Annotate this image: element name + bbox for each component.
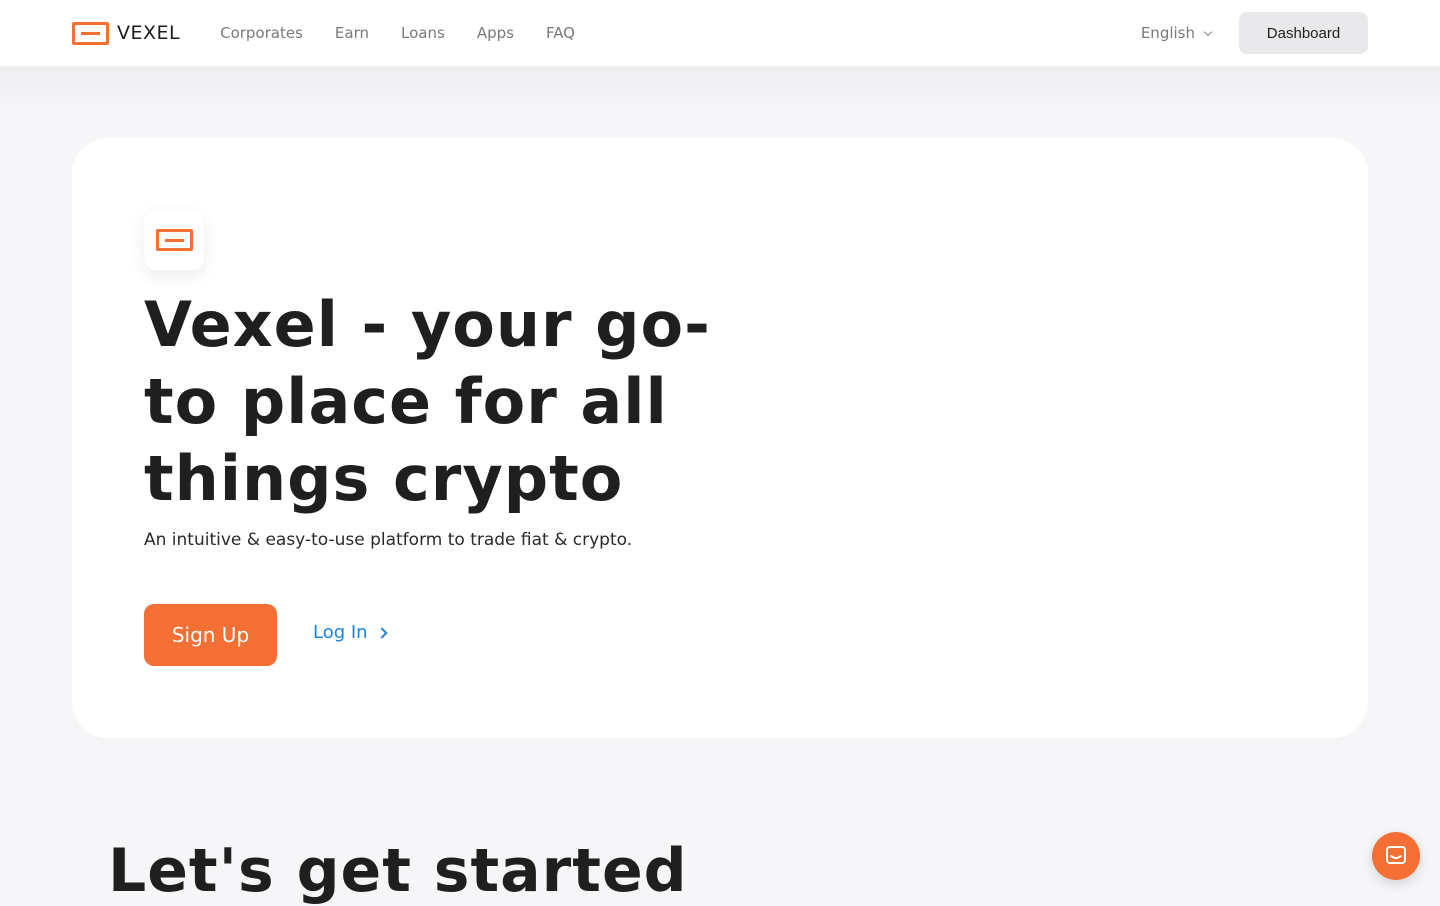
- top-navigation-bar: VEXEL Corporates Earn Loans Apps FAQ Eng…: [0, 0, 1440, 66]
- section-title: Let's get started: [108, 836, 688, 906]
- dashboard-button[interactable]: Dashboard: [1239, 12, 1368, 54]
- chevron-down-icon: [1203, 27, 1213, 36]
- header-shadow-band: [0, 66, 1440, 110]
- nav-earn[interactable]: Earn: [335, 24, 369, 42]
- language-label: English: [1140, 24, 1195, 42]
- log-in-label: Log In: [313, 622, 368, 643]
- hero-card: Vexel - your go-to place for all things …: [72, 138, 1368, 738]
- chat-launcher-button[interactable]: [1372, 832, 1420, 880]
- language-selector[interactable]: English: [1140, 24, 1213, 42]
- hero-logo-tile: [144, 210, 204, 270]
- nav-loans[interactable]: Loans: [401, 24, 445, 42]
- chat-icon: [1386, 846, 1406, 864]
- nav-apps[interactable]: Apps: [477, 24, 514, 42]
- main-nav: Corporates Earn Loans Apps FAQ: [220, 24, 575, 42]
- hero-subtitle: An intuitive & easy-to-use platform to t…: [144, 530, 633, 550]
- log-in-link[interactable]: Log In: [313, 622, 388, 643]
- vexel-logo-icon: [72, 21, 109, 45]
- sign-up-button[interactable]: Sign Up: [144, 604, 277, 666]
- vexel-logo-icon: [155, 229, 193, 251]
- nav-faq[interactable]: FAQ: [546, 24, 575, 42]
- chevron-right-icon: [375, 626, 388, 639]
- brand-name: VEXEL: [117, 22, 181, 44]
- hero-title: Vexel - your go-to place for all things …: [144, 288, 711, 515]
- nav-corporates[interactable]: Corporates: [220, 24, 303, 42]
- brand-logo[interactable]: VEXEL: [72, 21, 181, 45]
